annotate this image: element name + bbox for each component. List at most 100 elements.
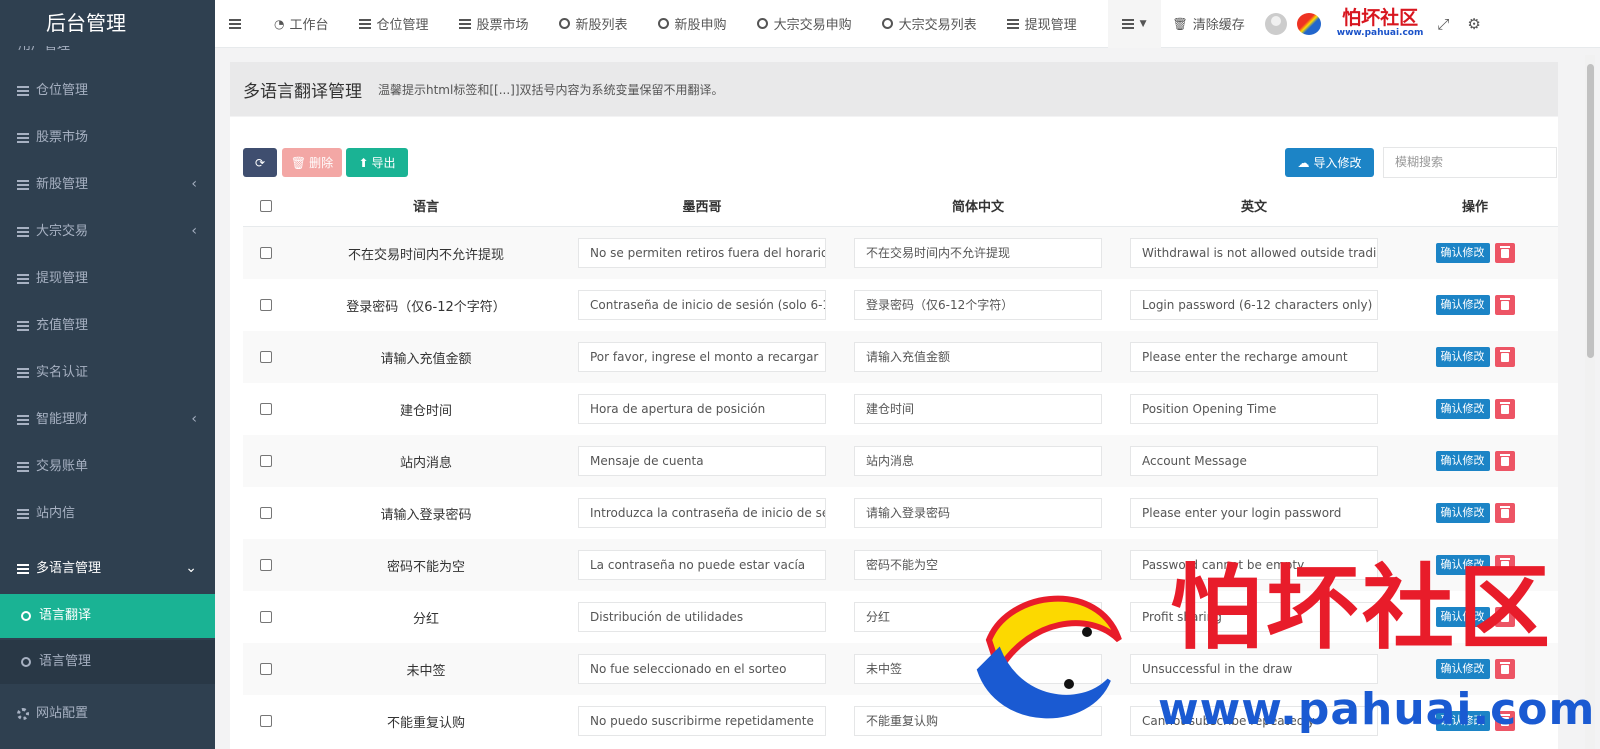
- english-field[interactable]: Login password (6-12 characters only): [1130, 290, 1378, 320]
- chinese-field[interactable]: 建仓时间: [854, 394, 1102, 424]
- sidebar-item-multilang[interactable]: 多语言管理 ⌄: [0, 545, 215, 592]
- row-checkbox[interactable]: [259, 351, 272, 363]
- sidebar-item-smart-finance[interactable]: 智能理财 ‹: [0, 396, 215, 443]
- sidebar-item-withdraw[interactable]: 提现管理: [0, 255, 215, 302]
- fish-logo-icon: [1296, 12, 1321, 35]
- nav-ipo-subscribe[interactable]: 新股申购: [643, 0, 742, 48]
- chinese-field[interactable]: 站内消息: [854, 446, 1102, 476]
- mexico-field[interactable]: Por favor, ingrese el monto a recargar: [578, 342, 826, 372]
- sidebar-item-verification[interactable]: 实名认证: [0, 349, 215, 396]
- confirm-edit-button[interactable]: 确认修改: [1435, 451, 1490, 471]
- scrollbar-thumb[interactable]: [1587, 64, 1594, 358]
- mexico-field[interactable]: No puedo suscribirme repetidamente: [578, 706, 826, 736]
- mexico-field[interactable]: No fue seleccionado en el sorteo: [578, 654, 826, 684]
- trash-icon: [1499, 453, 1510, 466]
- confirm-edit-button[interactable]: 确认修改: [1435, 399, 1490, 419]
- select-all-checkbox[interactable]: [259, 199, 272, 212]
- list-icon: [17, 320, 29, 331]
- clear-cache-button[interactable]: 🗑 清除缓存: [1161, 0, 1251, 48]
- delete-row-button[interactable]: [1494, 347, 1515, 367]
- delete-row-button[interactable]: [1494, 451, 1515, 471]
- sidebar-item-messages[interactable]: 站内信: [0, 490, 215, 537]
- english-field[interactable]: Withdrawal is not allowed outside tradin…: [1130, 238, 1378, 268]
- mexico-field[interactable]: La contraseña no puede estar vacía: [578, 550, 826, 580]
- row-checkbox[interactable]: [259, 507, 272, 519]
- chinese-field[interactable]: 密码不能为空: [854, 550, 1102, 580]
- list-icon: [17, 563, 29, 574]
- sidebar-item-stock-market[interactable]: 股票市场: [0, 114, 215, 161]
- fullscreen-button[interactable]: ⤢: [1423, 0, 1459, 48]
- nav-dropdown-button[interactable]: ▼: [1107, 0, 1161, 48]
- confirm-edit-button[interactable]: 确认修改: [1435, 503, 1490, 523]
- delete-row-button[interactable]: [1494, 399, 1515, 419]
- chevron-down-icon: ⌄: [185, 560, 197, 576]
- list-icon: [17, 461, 29, 472]
- confirm-edit-button[interactable]: 确认修改: [1435, 659, 1490, 679]
- sidebar-item-ipo[interactable]: 新股管理 ‹: [0, 161, 215, 208]
- sidebar-item-site-config[interactable]: 网站配置: [0, 690, 215, 737]
- refresh-button[interactable]: ⟳: [243, 148, 277, 177]
- sidebar-item-recharge[interactable]: 充值管理: [0, 302, 215, 349]
- sidebar-item-label: 网站配置: [36, 706, 89, 721]
- row-checkbox[interactable]: [259, 299, 272, 311]
- mexico-field[interactable]: Hora de apertura de posición: [578, 394, 826, 424]
- chinese-field[interactable]: 登录密码（仅6-12个字符）: [854, 290, 1102, 320]
- mexico-field[interactable]: Mensaje de cuenta: [578, 446, 826, 476]
- row-checkbox[interactable]: [259, 247, 272, 259]
- sidebar-subitem-translation[interactable]: 语言翻译: [0, 594, 215, 638]
- nav-positions[interactable]: 仓位管理: [344, 0, 444, 48]
- watermark-text: 怕坏社区: [1170, 554, 1555, 662]
- delete-row-button[interactable]: [1494, 295, 1515, 315]
- circle-icon: [756, 18, 768, 29]
- row-checkbox[interactable]: [259, 403, 272, 415]
- nav-block-list[interactable]: 大宗交易列表: [867, 0, 992, 48]
- nav-dashboard[interactable]: ◔ 工作台: [259, 0, 344, 48]
- english-field[interactable]: Position Opening Time: [1130, 394, 1378, 424]
- row-checkbox[interactable]: [259, 611, 272, 623]
- sidebar-item-positions[interactable]: 仓位管理: [0, 67, 215, 114]
- mexico-field[interactable]: Introduzca la contraseña de inicio de se…: [578, 498, 826, 528]
- sidebar-item-bills[interactable]: 交易账单: [0, 443, 215, 490]
- trash-icon: [1499, 661, 1510, 674]
- confirm-edit-button[interactable]: 确认修改: [1435, 243, 1490, 263]
- mexico-field[interactable]: Distribución de utilidades: [578, 602, 826, 632]
- row-checkbox[interactable]: [259, 559, 272, 571]
- row-checkbox[interactable]: [259, 455, 272, 467]
- sidebar-item-label: 智能理财: [36, 412, 89, 427]
- nav-stock-market[interactable]: 股票市场: [444, 0, 544, 48]
- circle-icon: [21, 611, 31, 621]
- row-checkbox[interactable]: [259, 715, 272, 727]
- sidebar-item-block-trade[interactable]: 大宗交易 ‹: [0, 208, 215, 255]
- settings-button[interactable]: ⚙: [1459, 0, 1480, 48]
- chinese-field[interactable]: 不在交易时间内不允许提现: [854, 238, 1102, 268]
- english-field[interactable]: Account Message: [1130, 446, 1378, 476]
- chinese-field[interactable]: 请输入充值金额: [854, 342, 1102, 372]
- avatar[interactable]: [1264, 12, 1287, 35]
- mexico-field[interactable]: Contraseña de inicio de sesión (solo 6-1…: [578, 290, 826, 320]
- delete-row-button[interactable]: [1494, 503, 1515, 523]
- import-button[interactable]: ☁ 导入修改: [1285, 148, 1374, 177]
- english-field[interactable]: Please enter the recharge amount: [1130, 342, 1378, 372]
- delete-button[interactable]: 🗑 删除: [282, 148, 342, 177]
- confirm-edit-button[interactable]: 确认修改: [1435, 347, 1490, 367]
- table-row: 请输入充值金额 Por favor, ingrese el monto a rec…: [243, 331, 1558, 383]
- row-checkbox[interactable]: [259, 663, 272, 675]
- confirm-edit-button[interactable]: 确认修改: [1435, 295, 1490, 315]
- list-icon: [17, 508, 29, 519]
- sidebar-subitem-language-manage[interactable]: 语言管理: [0, 640, 215, 684]
- caret-down-icon: ▼: [1139, 18, 1147, 29]
- search-input[interactable]: 模糊搜索: [1383, 147, 1557, 178]
- nav-withdraw[interactable]: 提现管理: [992, 0, 1092, 48]
- toggle-sidebar-button[interactable]: [215, 0, 259, 48]
- mexico-field[interactable]: No se permiten retiros fuera del horario…: [578, 238, 826, 268]
- chinese-field[interactable]: 请输入登录密码: [854, 498, 1102, 528]
- import-label: 导入修改: [1313, 156, 1362, 170]
- list-icon: [458, 18, 471, 29]
- nav-block-subscribe[interactable]: 大宗交易申购: [742, 0, 867, 48]
- sidebar-subitem-label: 语言翻译: [39, 608, 92, 623]
- export-button[interactable]: ⬆ 导出: [346, 148, 408, 177]
- nav-ipo-list[interactable]: 新股列表: [544, 0, 643, 48]
- english-field[interactable]: Please enter your login password: [1130, 498, 1378, 528]
- delete-row-button[interactable]: [1494, 243, 1515, 263]
- delete-row-button[interactable]: [1494, 659, 1515, 679]
